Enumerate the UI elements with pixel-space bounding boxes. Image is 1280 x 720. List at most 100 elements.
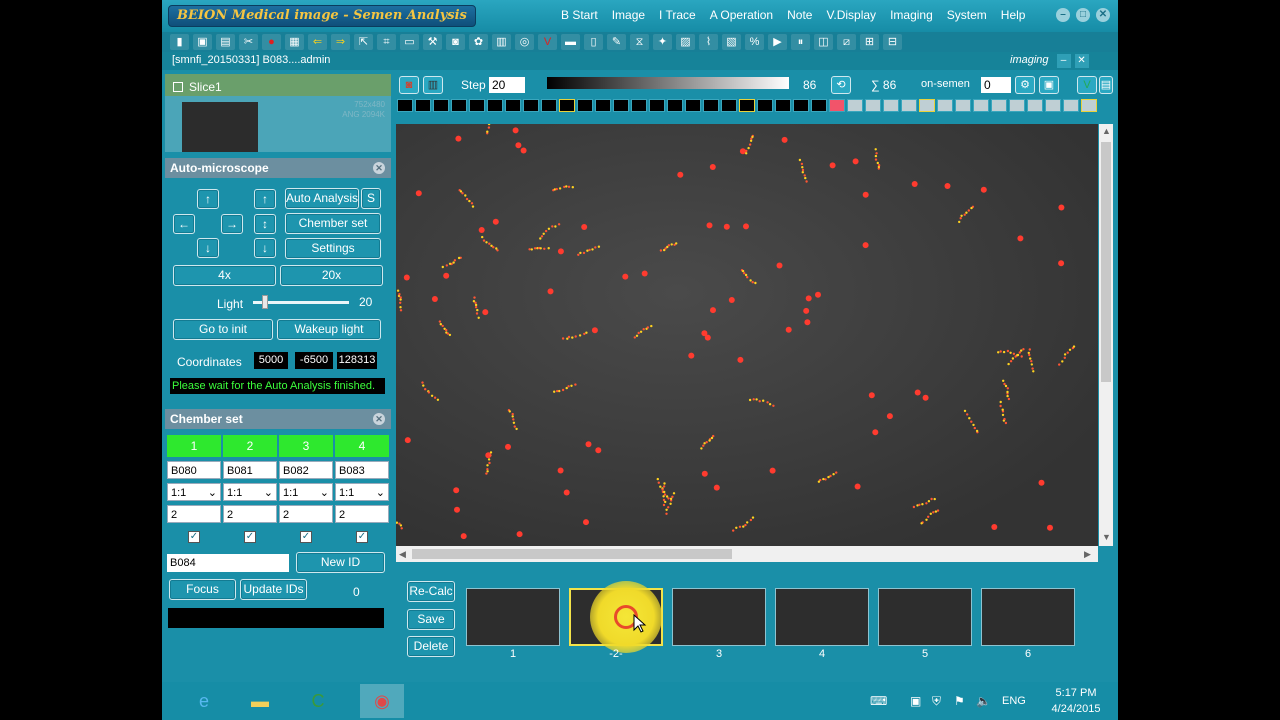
chamber-set-button[interactable]: Chember set	[285, 213, 381, 234]
minimize-icon[interactable]: –	[1056, 54, 1071, 68]
app-c-icon[interactable]: C	[296, 684, 340, 718]
frame-cell[interactable]	[901, 99, 917, 112]
auto-analysis-button[interactable]: Auto Analysis	[285, 188, 359, 209]
frame-cell[interactable]	[1009, 99, 1025, 112]
frame-cell[interactable]	[955, 99, 971, 112]
internet-explorer-icon[interactable]: e	[182, 684, 226, 718]
camera-icon[interactable]: ◙	[399, 76, 419, 94]
vertical-scrollbar[interactable]: ▲ ▼	[1099, 124, 1113, 546]
frame-cell[interactable]	[505, 99, 521, 112]
frame-cell[interactable]	[685, 99, 701, 112]
new-id-button[interactable]: New ID	[296, 552, 385, 573]
non-semen-input[interactable]: 0	[981, 77, 1011, 93]
note-icon[interactable]: ▨	[676, 34, 695, 50]
frame-cell[interactable]	[1027, 99, 1043, 112]
chamber-ratio-2[interactable]: 1:1 ⌄	[223, 483, 277, 501]
frame-cell[interactable]	[433, 99, 449, 112]
grid-icon[interactable]: ▤	[1099, 76, 1113, 94]
pause-icon[interactable]: ⏸	[791, 34, 810, 50]
thumbnail-1[interactable]	[466, 588, 560, 646]
chamber-ratio-3[interactable]: 1:1 ⌄	[279, 483, 333, 501]
network-icon[interactable]: ▣	[910, 694, 921, 708]
play-icon[interactable]: ▶	[768, 34, 787, 50]
frame-cell[interactable]	[649, 99, 665, 112]
frame-cell[interactable]	[847, 99, 863, 112]
monitor-icon[interactable]: ▬	[561, 34, 580, 50]
new-id-input[interactable]: B084	[167, 554, 289, 572]
percent-icon[interactable]: %	[745, 34, 764, 50]
z-down-button[interactable]: ↓	[254, 238, 276, 258]
table-icon[interactable]: ▦	[285, 34, 304, 50]
palette-icon[interactable]: ✿	[469, 34, 488, 50]
frame-cell[interactable]	[703, 99, 719, 112]
action-center-icon[interactable]: ⚑	[954, 694, 965, 708]
v-icon[interactable]: V	[1077, 76, 1097, 94]
keyboard-icon[interactable]: ⌨	[870, 694, 887, 708]
horizontal-scroll-thumb[interactable]	[412, 549, 732, 559]
crop-icon[interactable]: ⌗	[377, 34, 396, 50]
frame-cell[interactable]	[829, 99, 845, 112]
scroll-up-icon[interactable]: ▲	[1102, 126, 1111, 136]
back-arrow-icon[interactable]: ⇐	[308, 34, 327, 50]
step-slider[interactable]	[547, 77, 789, 89]
slice-header[interactable]: Slice1	[165, 74, 391, 96]
vertical-scroll-thumb[interactable]	[1101, 142, 1111, 382]
chamber-id-1[interactable]: B080	[167, 461, 221, 479]
menu-trace[interactable]: I Trace	[652, 8, 703, 22]
chamber-col-2[interactable]: 2	[223, 435, 277, 457]
close-icon[interactable]: ✕	[373, 162, 385, 174]
frame-cell[interactable]	[523, 99, 539, 112]
thumbnail-6[interactable]	[981, 588, 1075, 646]
chamber-id-3[interactable]: B082	[279, 461, 333, 479]
brush-icon[interactable]: ✎	[607, 34, 626, 50]
up-icon[interactable]: ⇱	[354, 34, 373, 50]
chamber-value-1[interactable]: 2	[167, 505, 221, 523]
thumbnail-5[interactable]	[878, 588, 972, 646]
focus-button[interactable]: Focus	[169, 579, 236, 600]
diagonal-icon[interactable]: ⧄	[837, 34, 856, 50]
frame-cell[interactable]	[1081, 99, 1097, 112]
close-icon[interactable]: ✕	[1074, 54, 1089, 68]
frame-cell[interactable]	[487, 99, 503, 112]
s-button[interactable]: S	[361, 188, 381, 209]
expand-icon[interactable]	[173, 81, 183, 92]
chamber-check-4[interactable]: ✓	[356, 531, 368, 543]
frame-cell[interactable]	[721, 99, 737, 112]
save-icon[interactable]: ▣	[1039, 76, 1059, 94]
menu-help[interactable]: Help	[994, 8, 1033, 22]
image-icon[interactable]: ▤	[216, 34, 235, 50]
open-icon[interactable]: ▣	[193, 34, 212, 50]
volume-icon[interactable]: 🔈	[976, 694, 991, 708]
chamber-col-1[interactable]: 1	[167, 435, 221, 457]
reload-icon[interactable]: ⟲	[831, 76, 851, 94]
plot-icon[interactable]: ⌇	[699, 34, 718, 50]
frame-cell[interactable]	[991, 99, 1007, 112]
frame-cell[interactable]	[1063, 99, 1079, 112]
star-icon[interactable]: ✦	[653, 34, 672, 50]
chart-icon[interactable]: ◫	[814, 34, 833, 50]
chamber-id-2[interactable]: B081	[223, 461, 277, 479]
frame-cell[interactable]	[1045, 99, 1061, 112]
step-input[interactable]: 20	[489, 77, 525, 93]
save-button[interactable]: Save	[407, 609, 455, 630]
grid-icon[interactable]: ⊞	[860, 34, 879, 50]
close-icon[interactable]: ✕	[373, 413, 385, 425]
chamber-ratio-1[interactable]: 1:1 ⌄	[167, 483, 221, 501]
film-icon[interactable]: ▥	[423, 76, 443, 94]
frame-cell[interactable]	[667, 99, 683, 112]
chamber-col-4[interactable]: 4	[335, 435, 389, 457]
semen-analysis-task-icon[interactable]: ◉	[360, 684, 404, 718]
update-ids-button[interactable]: Update IDs	[240, 579, 307, 600]
frame-cell[interactable]	[811, 99, 827, 112]
chamber-check-1[interactable]: ✓	[188, 531, 200, 543]
clock-time[interactable]: 5:17 PM	[1046, 687, 1106, 699]
scroll-down-icon[interactable]: ▼	[1102, 532, 1111, 542]
scissors-icon[interactable]: ✂	[239, 34, 258, 50]
tool-icon[interactable]: ⚙	[1015, 76, 1035, 94]
z-up-button[interactable]: ↑	[254, 189, 276, 209]
battery-icon[interactable]: ▯	[584, 34, 603, 50]
chamber-value-4[interactable]: 2	[335, 505, 389, 523]
delete-button[interactable]: Delete	[407, 636, 455, 657]
file-explorer-icon[interactable]: ▬	[238, 684, 282, 718]
v-icon[interactable]: V	[538, 34, 557, 50]
